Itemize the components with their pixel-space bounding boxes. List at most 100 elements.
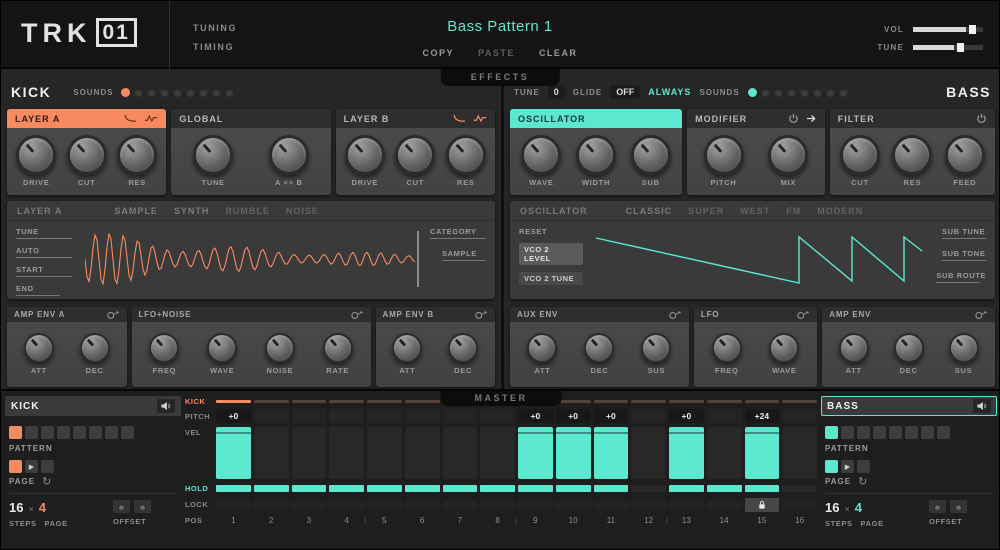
steps-value[interactable]: 16 [9,500,23,515]
pluck-env-icon[interactable] [453,114,466,123]
clear-button[interactable]: CLEAR [539,48,578,58]
pattern-cell[interactable] [937,426,950,439]
tab-modern[interactable]: MODERN [817,206,863,216]
sound-dot[interactable] [838,87,848,97]
kick-step-marker[interactable] [669,400,704,403]
param-sample[interactable]: SAMPLE [442,249,486,261]
page-cell-active[interactable] [9,460,22,473]
mod-dial-icon[interactable] [474,310,488,320]
sound-dot[interactable] [199,87,209,97]
kick-step-marker[interactable] [631,400,666,403]
res-knob[interactable] [117,134,158,175]
tab-synth[interactable]: SYNTH [174,206,210,216]
kick-step-marker[interactable] [404,400,440,403]
param-sub-tune[interactable]: SUB TUNE [942,227,986,239]
effects-tab[interactable]: EFFECTS [440,69,560,86]
pattern-cell[interactable] [89,426,102,439]
lock-cell[interactable] [404,500,440,509]
page-play-cell[interactable]: ▶ [841,460,854,473]
power-icon[interactable] [788,113,799,124]
a-b-knob[interactable] [268,134,309,175]
pattern-cell[interactable] [857,426,870,439]
offset-next-button[interactable]: » [134,500,151,513]
pattern-cell[interactable] [825,426,838,439]
kick-step-marker[interactable] [216,400,251,403]
pattern-cell[interactable] [889,426,902,439]
hold-cell[interactable] [253,485,289,492]
lock-cell[interactable] [253,500,289,509]
param-reset[interactable]: RESET [519,227,591,236]
copy-button[interactable]: COPY [423,48,455,58]
lock-cell[interactable] [329,500,364,509]
tab-rumble[interactable]: RUMBLE [225,206,270,216]
mod-dial-icon[interactable] [106,310,120,320]
wave-knob[interactable] [207,332,238,363]
res-knob[interactable] [892,134,933,175]
tune-slider-handle[interactable] [956,43,964,52]
offset-prev-button[interactable]: « [113,500,130,513]
param-vco2-tune[interactable]: VCO 2 TUNE [519,272,583,285]
att-knob[interactable] [392,332,423,363]
vel-bar[interactable] [593,427,629,479]
timing-label[interactable]: TIMING [193,42,237,52]
pattern-cell[interactable] [73,426,86,439]
pitch-cell[interactable] [442,409,478,423]
sound-dot[interactable] [147,87,157,97]
lock-cell[interactable] [367,500,402,509]
hold-cell[interactable] [593,485,629,492]
att-knob[interactable] [23,332,54,363]
tab-fm[interactable]: FM [786,206,801,216]
vel-bar[interactable] [404,427,440,479]
pattern-title[interactable]: Bass Pattern 1 [301,18,699,35]
vol-slider-handle[interactable] [968,25,976,34]
page-play-cell[interactable]: ▶ [25,460,38,473]
vel-bar[interactable] [442,427,478,479]
sound-dot[interactable] [173,87,183,97]
freq-knob[interactable] [711,332,742,363]
pitch-cell[interactable] [404,409,440,423]
sound-dot[interactable] [825,87,835,97]
vel-bar[interactable] [744,427,780,479]
tab-sample[interactable]: SAMPLE [114,206,158,216]
sound-dot[interactable] [786,87,796,97]
vel-bar[interactable] [480,427,515,479]
param-end[interactable]: END [16,284,80,296]
pattern-cell[interactable] [921,426,934,439]
hold-cell[interactable] [782,485,817,492]
lock-cell[interactable] [480,500,515,509]
pitch-cell[interactable]: +0 [593,409,629,423]
bass-waveform-display[interactable] [594,225,924,293]
hold-cell[interactable] [631,485,666,492]
kick-step-marker[interactable] [329,400,364,403]
param-tune[interactable]: TUNE [16,227,80,239]
vel-bar[interactable] [555,427,591,479]
param-sub-tone[interactable]: SUB TONE [942,249,986,261]
vel-bar[interactable] [216,427,251,479]
rate-knob[interactable] [322,332,353,363]
vol-slider[interactable] [913,25,983,34]
res-knob[interactable] [445,134,486,175]
mod-dial-icon[interactable] [796,310,810,320]
sound-dot[interactable] [225,87,235,97]
pitch-cell[interactable] [706,409,742,423]
hold-cell[interactable] [706,485,742,492]
page-cell[interactable] [41,460,54,473]
kick-step-marker[interactable] [782,400,817,403]
pattern-cell[interactable] [41,426,54,439]
kick-step-marker[interactable] [253,400,289,403]
kick-step-marker[interactable] [706,400,742,403]
pitch-cell[interactable]: +0 [518,409,553,423]
pitch-knob[interactable] [703,134,744,175]
pattern-cell[interactable] [841,426,854,439]
pattern-cell[interactable] [57,426,70,439]
always-toggle[interactable]: ALWAYS [648,87,691,97]
wave-knob[interactable] [769,332,800,363]
offset-prev-button[interactable]: « [929,500,946,513]
feed-knob[interactable] [944,134,985,175]
hold-cell[interactable] [329,485,364,492]
kick-waveform-display[interactable] [85,225,421,293]
hold-cell[interactable] [480,485,515,492]
sound-dot[interactable] [186,87,196,97]
freq-knob[interactable] [149,332,180,363]
dec-knob[interactable] [79,332,110,363]
